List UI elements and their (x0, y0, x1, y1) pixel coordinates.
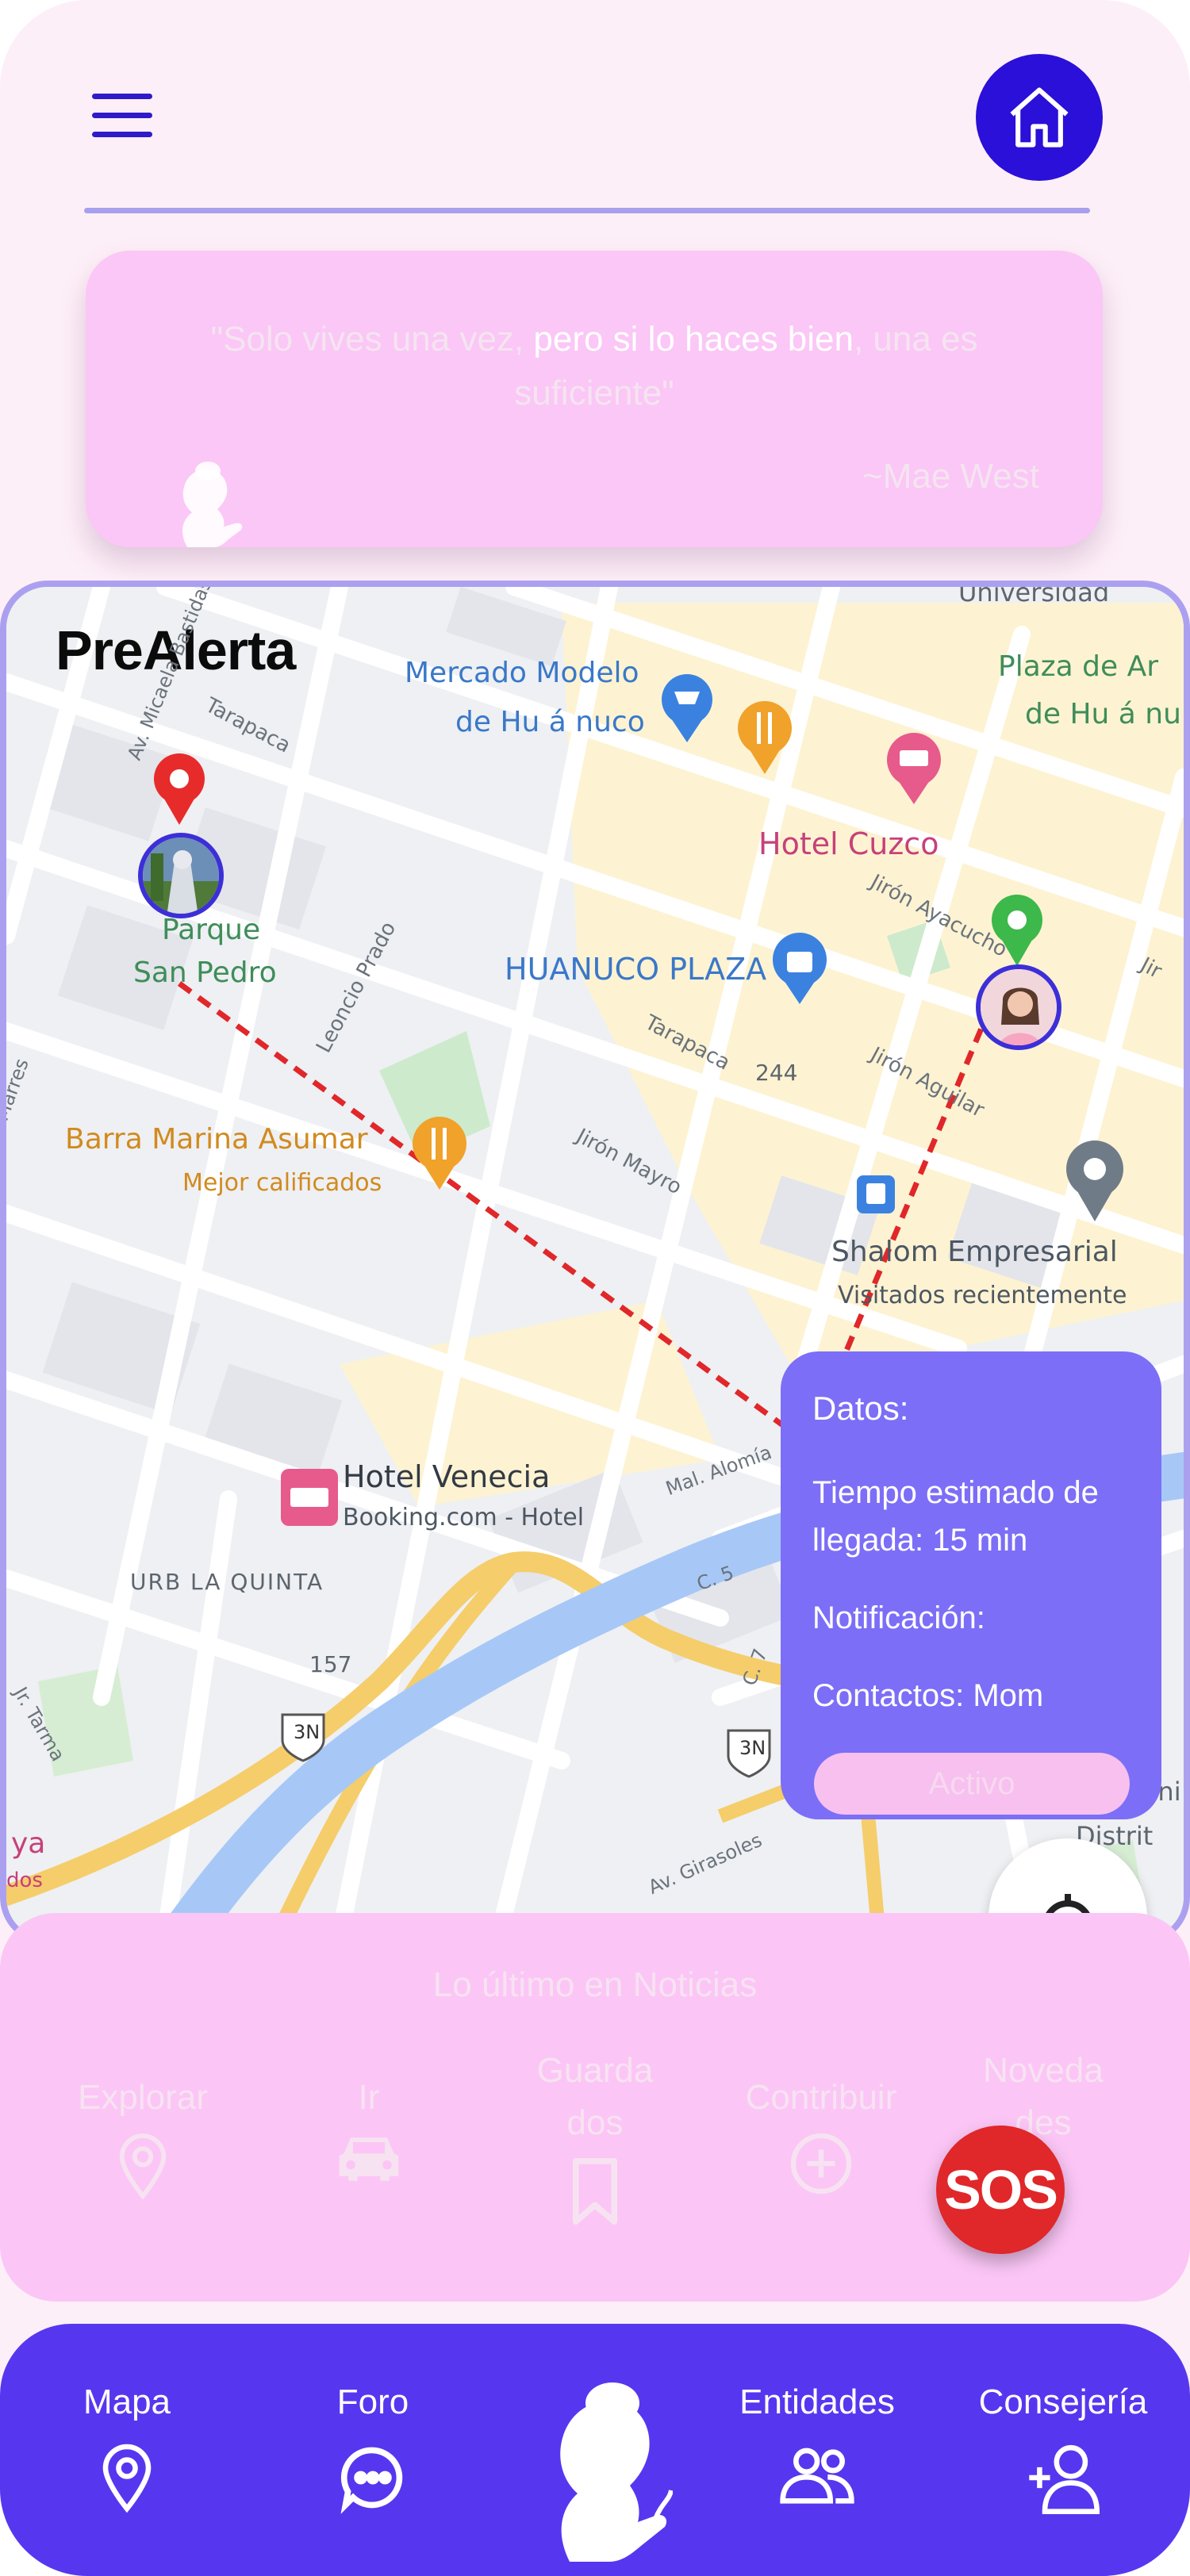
nav-entidades-label: Entidades (739, 2382, 895, 2421)
map-label-plaza-2: de Hu á nu (1025, 698, 1181, 730)
map-label-shalom-2: Visitados recientemente (838, 1282, 1127, 1309)
map-label-barra-marina-2: Mejor calificados (182, 1169, 382, 1197)
map-label-3n-2: 3N (739, 1737, 766, 1759)
map-label-hotel-cuzco: Hotel Cuzco (758, 826, 939, 861)
map-label-parque: Parque (162, 914, 261, 946)
nav-entidades[interactable]: Entidades (714, 2382, 920, 2508)
location-pin-icon (102, 2444, 152, 2513)
news-title: Lo último en Noticias (432, 1965, 758, 2004)
map-label-edge-dos: dos (6, 1869, 43, 1892)
bottom-navigation: Mapa Foro Entidades Consejería (0, 2324, 1190, 2576)
trip-details-panel: Datos: Tiempo estimado de llegada: 15 mi… (781, 1351, 1161, 1819)
nav-consejeria-label: Consejería (978, 2382, 1148, 2421)
plus-circle-icon (790, 2133, 852, 2195)
nav-foro-label: Foro (336, 2382, 409, 2421)
eta-text: Tiempo estimado de llegada: 15 min (812, 1475, 1099, 1558)
active-button[interactable]: Activo (814, 1753, 1130, 1815)
sos-button[interactable]: SOS (936, 2126, 1065, 2254)
map-label-mercado: Mercado Modelo (405, 657, 639, 689)
news-item-guardados[interactable]: Guarda dos (508, 2045, 682, 2227)
map-label-hotel-venecia-2: Booking.com - Hotel (343, 1504, 585, 1531)
woman-silhouette-logo[interactable] (514, 2363, 673, 2562)
quote-author: ~Mae West (862, 457, 1039, 496)
map-label-universidad: Universidad (958, 581, 1110, 608)
news-item-ir[interactable]: Ir (301, 2072, 436, 2186)
map-label-hotel-venecia: Hotel Venecia (343, 1459, 551, 1494)
map-label-barra-marina: Barra Marina Asumar (65, 1123, 368, 1156)
map-label-huanuco-plaza: HUANUCO PLAZA (505, 952, 767, 987)
chat-bubble-icon (340, 2447, 403, 2514)
map-label-parque-2: San Pedro (133, 956, 277, 989)
map-label-urb: URB LA QUINTA (130, 1569, 324, 1595)
nav-mapa-label: Mapa (83, 2382, 171, 2421)
hamburger-menu-icon[interactable] (92, 94, 152, 140)
map-label-edge-ya: ya (11, 1827, 46, 1860)
map-label-157: 157 (309, 1651, 352, 1677)
quote-card: "Solo vives una vez, pero si lo haces bi… (86, 251, 1103, 547)
nav-consejeria[interactable]: Consejería (952, 2382, 1174, 2514)
contacts-text: Contactos: Mom (812, 1678, 1044, 1713)
news-item-explorar[interactable]: Explorar (63, 2072, 222, 2202)
home-button[interactable] (976, 54, 1103, 181)
location-pin-icon (119, 2133, 167, 2200)
notification-text: Notificación: (812, 1600, 985, 1635)
app-screen: "Solo vives una vez, pero si lo haces bi… (0, 0, 1190, 2576)
woman-silhouette-icon (182, 462, 243, 547)
bookmark-icon (572, 2158, 618, 2225)
map-label-plaza: Plaza de Ar (998, 650, 1159, 683)
details-title: Datos: (812, 1390, 909, 1427)
add-user-icon (1029, 2444, 1100, 2514)
nav-foro[interactable]: Foro (294, 2382, 452, 2514)
map-label-3n: 3N (294, 1721, 321, 1743)
header-divider (84, 208, 1090, 213)
park-avatar[interactable] (138, 833, 224, 918)
user-avatar[interactable] (976, 964, 1061, 1050)
home-icon (1010, 87, 1069, 148)
car-icon (339, 2137, 399, 2181)
quote-highlight: pero si lo haces bien (533, 320, 854, 358)
quote-text: "Solo vives una vez, pero si lo haces bi… (210, 320, 978, 412)
map-label-shalom: Shalom Empresarial (831, 1236, 1118, 1268)
group-icon (780, 2448, 854, 2504)
map-label-mercado-2: de Hu á nuco (455, 706, 645, 738)
map-label-244: 244 (755, 1060, 798, 1086)
nav-mapa[interactable]: Mapa (48, 2382, 206, 2514)
news-item-contribuir[interactable]: Contribuir (730, 2072, 912, 2197)
